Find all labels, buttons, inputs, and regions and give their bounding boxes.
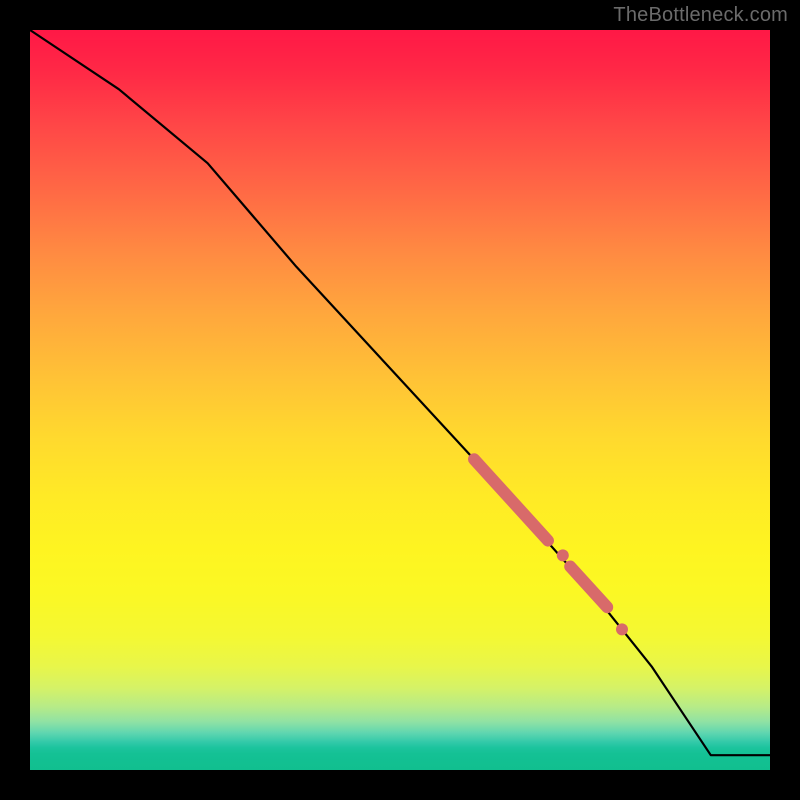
thick-segment-lower bbox=[570, 567, 607, 608]
main-curve bbox=[30, 30, 770, 755]
chart-stage: TheBottleneck.com bbox=[0, 0, 800, 800]
dot-lower bbox=[616, 623, 628, 635]
thick-segment-upper bbox=[474, 459, 548, 540]
watermark-text: TheBottleneck.com bbox=[613, 4, 788, 27]
chart-overlay bbox=[30, 30, 770, 770]
dot-mid bbox=[557, 549, 569, 561]
